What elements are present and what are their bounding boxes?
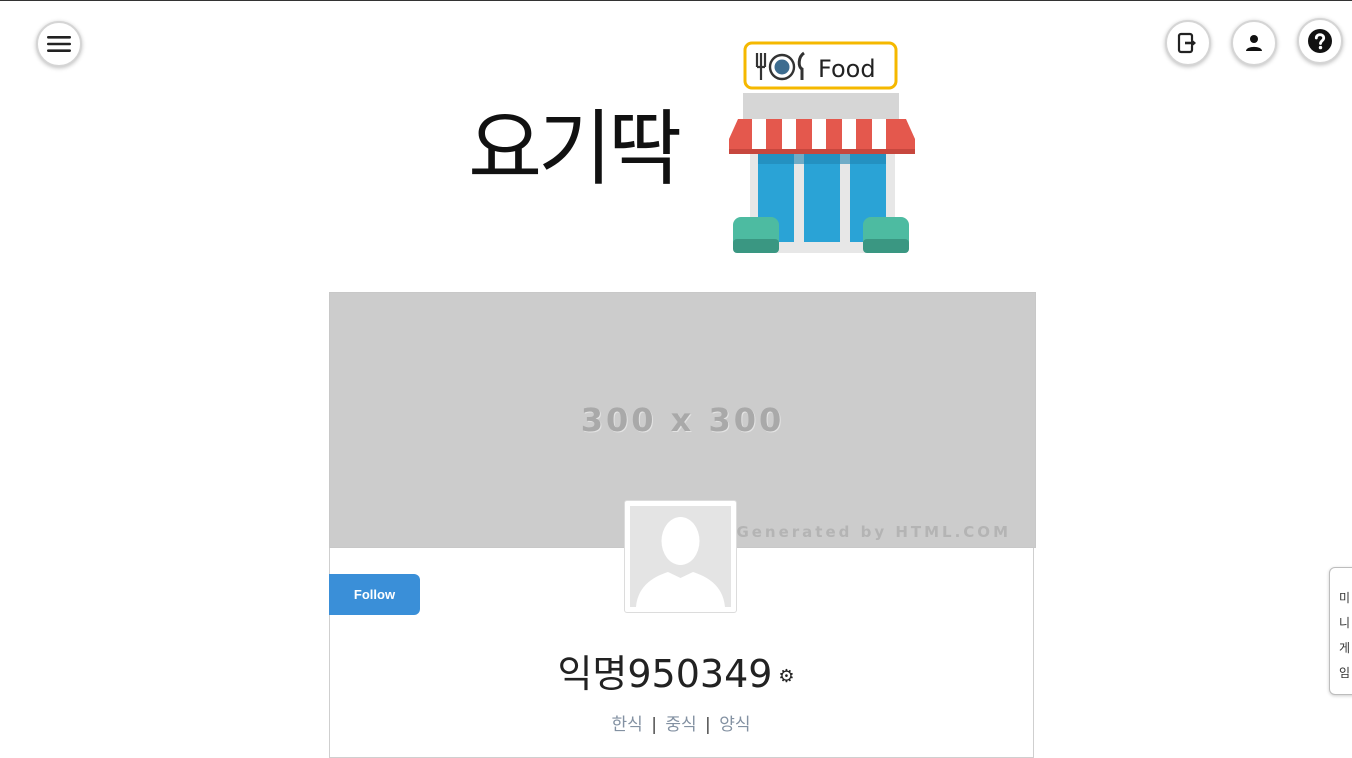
logo-text: 요기딱 bbox=[468, 102, 682, 197]
badge-food-text: Food bbox=[818, 55, 876, 83]
category-item[interactable]: 한식 bbox=[612, 715, 643, 735]
cover-credit-text: Generated by HTML.COM bbox=[736, 523, 1011, 541]
profile-categories: 한식 | 중식 | 양식 bbox=[0, 710, 1352, 735]
help-button[interactable] bbox=[1297, 18, 1343, 64]
menu-button[interactable] bbox=[36, 21, 82, 67]
category-separator: | bbox=[651, 715, 657, 735]
profile-username: 익명950349 bbox=[557, 652, 773, 696]
default-avatar-icon bbox=[630, 506, 731, 607]
category-separator: | bbox=[705, 715, 711, 735]
logout-button[interactable] bbox=[1165, 20, 1211, 66]
hamburger-menu-icon bbox=[47, 36, 71, 52]
mini-game-tab-label: 미 니 게 임 bbox=[1339, 591, 1351, 680]
user-profile-button[interactable] bbox=[1231, 20, 1277, 66]
logout-icon bbox=[1177, 32, 1196, 54]
profile-username-row: 익명950349 ⚙ bbox=[0, 652, 1352, 698]
avatar bbox=[624, 500, 737, 613]
help-icon bbox=[1308, 29, 1332, 53]
mini-game-tab[interactable]: 미 니 게 임 bbox=[1329, 567, 1352, 695]
gear-icon[interactable]: ⚙ bbox=[778, 666, 794, 687]
follow-button[interactable]: Follow bbox=[329, 574, 420, 615]
user-icon bbox=[1246, 35, 1262, 51]
category-item[interactable]: 중식 bbox=[665, 715, 696, 735]
shop-logo-icon: Food bbox=[726, 41, 918, 257]
cover-placeholder-text: 300 x 300 bbox=[580, 401, 785, 439]
category-item[interactable]: 양식 bbox=[719, 715, 750, 735]
